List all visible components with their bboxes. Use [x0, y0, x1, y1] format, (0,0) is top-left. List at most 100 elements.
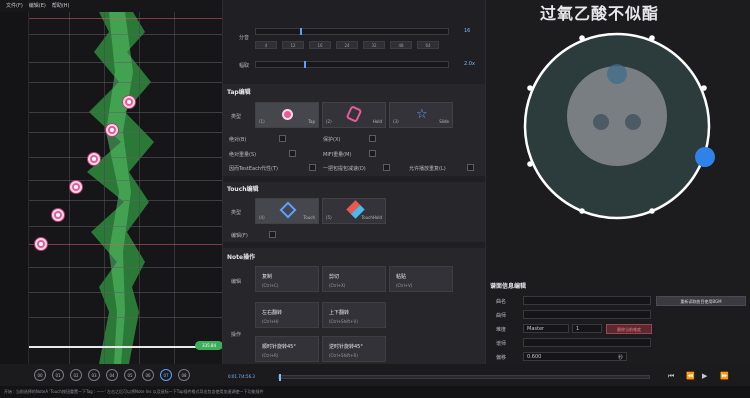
- tap-section-title: Tap编辑: [227, 89, 251, 96]
- tap-note[interactable]: [88, 153, 100, 165]
- tap-type-label: 类型: [231, 114, 242, 120]
- level-input[interactable]: 1: [572, 324, 602, 333]
- title-input[interactable]: [523, 296, 651, 305]
- touch-edit-checkbox[interactable]: [269, 231, 276, 238]
- skip-back-icon[interactable]: ⏮: [668, 372, 674, 381]
- timeline-tool-active[interactable]: 07: [160, 369, 172, 381]
- cut-button[interactable]: 剪切 (Ctrl+X): [322, 266, 386, 292]
- step-button[interactable]: 64: [417, 41, 439, 49]
- edit-row-label: 编辑: [231, 279, 242, 285]
- touch-type-touchhold[interactable]: (5) TouchHold: [322, 198, 386, 224]
- step-button[interactable]: 48: [390, 41, 412, 49]
- speed-slider[interactable]: [255, 61, 449, 68]
- step-button[interactable]: 4: [255, 41, 277, 49]
- timeline-tool[interactable]: 02: [70, 369, 82, 381]
- touch-icon: [279, 201, 297, 219]
- play-icon[interactable]: ▶: [702, 372, 707, 380]
- tap-icon: [282, 109, 293, 120]
- mifi-checkbox[interactable]: [369, 150, 376, 157]
- mirror-lr-button[interactable]: 左右翻转 (Ctrl+H): [255, 302, 319, 328]
- tap-type-tap[interactable]: (1) Tap: [255, 102, 319, 128]
- slide-star-icon: ☆: [416, 107, 428, 122]
- test-checkbox[interactable]: [309, 164, 316, 171]
- meta-label-charter: 谱师: [496, 341, 507, 347]
- chart-info-title: 谱面信息编辑: [490, 283, 527, 290]
- hold-icon: [345, 105, 363, 123]
- waveform: [87, 12, 154, 364]
- timeline-tool[interactable]: 05: [124, 369, 136, 381]
- speed-value: 2.0x: [464, 61, 475, 67]
- tap-note[interactable]: [70, 181, 82, 193]
- timeline-tool[interactable]: 04: [106, 369, 118, 381]
- check-label: 绝对(B): [229, 137, 247, 143]
- playback-bar: 0:01.7/4:56.3 ⏮ ⏪ ▶ ⏩: [222, 370, 750, 384]
- step-button[interactable]: 32: [363, 41, 385, 49]
- touch-edit-label: 编辑(F): [231, 233, 248, 239]
- check-label: 允许播放重复(L): [409, 166, 446, 172]
- meta-label-offset: 偏移: [496, 355, 507, 361]
- check-label: 保护(X): [323, 137, 341, 143]
- copy-button[interactable]: 复制 (Ctrl+C): [255, 266, 319, 292]
- judge-ring-preview: [523, 32, 715, 220]
- timeline-tool[interactable]: 03: [88, 369, 100, 381]
- position-badge: 335.84: [195, 341, 222, 350]
- status-bar: 开始 : 当前选择的NoteA 'Touch按钮重置一下Tag : 一一' 左击…: [0, 386, 750, 398]
- tap-note[interactable]: [106, 124, 118, 136]
- offset-unit: 秒: [618, 355, 624, 361]
- difficulty-select[interactable]: Master: [523, 324, 569, 333]
- slide-handle[interactable]: [695, 147, 715, 167]
- speed-label: 幅取: [239, 63, 250, 69]
- timeline-tool[interactable]: 06: [142, 369, 154, 381]
- meta-label-difficulty: 难度: [496, 327, 507, 333]
- slowdown-checkbox[interactable]: [383, 164, 390, 171]
- menu-bar: 文件(F) 编辑(E) 帮助(H): [0, 0, 222, 12]
- meta-label-composer: 曲师: [496, 313, 507, 319]
- menu-help[interactable]: 帮助(H): [52, 2, 70, 10]
- repeat-checkbox[interactable]: [467, 164, 474, 171]
- tap-note[interactable]: [35, 238, 47, 250]
- menu-edit[interactable]: 编辑(E): [29, 2, 46, 10]
- reload-bgm-button[interactable]: 重新读取曲目使用BGM: [656, 296, 746, 306]
- touch-type-touch[interactable]: (4) Touch: [255, 198, 319, 224]
- timeline-tool[interactable]: 01: [52, 369, 64, 381]
- charter-input[interactable]: [523, 338, 651, 347]
- touch-type-label: 类型: [231, 210, 242, 216]
- rotate-ccw-button[interactable]: 逆时针旋转45° (Ctrl+Shift+R): [322, 336, 386, 362]
- protect-checkbox[interactable]: [369, 135, 376, 142]
- rewind-icon[interactable]: ⏪: [686, 372, 695, 380]
- seek-bar[interactable]: [278, 374, 650, 381]
- tap-type-hold[interactable]: (2) Hold: [322, 102, 386, 128]
- fast-forward-icon[interactable]: ⏩: [720, 372, 729, 380]
- offset-input[interactable]: 0.600: [523, 352, 627, 361]
- paste-button[interactable]: 粘贴 (Ctrl+V): [389, 266, 453, 292]
- divide-label: 分音: [239, 35, 250, 41]
- timeline-tool[interactable]: 00: [34, 369, 46, 381]
- tap-note[interactable]: [123, 96, 135, 108]
- break-checkbox[interactable]: [279, 135, 286, 142]
- edit-panel: 分音 16 4 12 16 24 32 48 64 幅取 2.0x Tap编辑 …: [222, 0, 486, 364]
- tap-note[interactable]: [52, 209, 64, 221]
- time-display: 0:01.7/4:56.3: [228, 374, 255, 379]
- check-label: 绝对重量(S): [229, 152, 257, 158]
- timeline-tool[interactable]: 08: [178, 369, 190, 381]
- ops-row-label: 操作: [231, 332, 242, 338]
- menu-file[interactable]: 文件(F): [6, 2, 23, 10]
- step-button[interactable]: 16: [309, 41, 331, 49]
- tap-type-slide[interactable]: ☆ (3) Slide: [389, 102, 453, 128]
- absolute-checkbox[interactable]: [289, 150, 296, 157]
- check-label: 一把包提包减速(D): [323, 166, 366, 172]
- step-button[interactable]: 24: [336, 41, 358, 49]
- touch-section-title: Touch编辑: [227, 186, 259, 193]
- check-label: 因而TestEach代性(T): [229, 166, 278, 172]
- mirror-ud-button[interactable]: 上下翻转 (Ctrl+Shift+V): [322, 302, 386, 328]
- rotate-cw-button[interactable]: 顺时针旋转45° (Ctrl+R): [255, 336, 319, 362]
- delete-difficulty-button[interactable]: 删除当前难度: [606, 324, 652, 334]
- meta-label-title: 曲名: [496, 299, 507, 305]
- note-section-title: Note操作: [227, 254, 256, 261]
- step-button[interactable]: 12: [282, 41, 304, 49]
- divide-slider[interactable]: [255, 28, 449, 35]
- composer-input[interactable]: [523, 310, 651, 319]
- timeline-toolbar: 00 01 02 03 04 05 06 07 08: [28, 364, 222, 386]
- note-timeline[interactable]: 335.84: [28, 12, 222, 364]
- check-label: MIFI重量(M): [323, 152, 352, 158]
